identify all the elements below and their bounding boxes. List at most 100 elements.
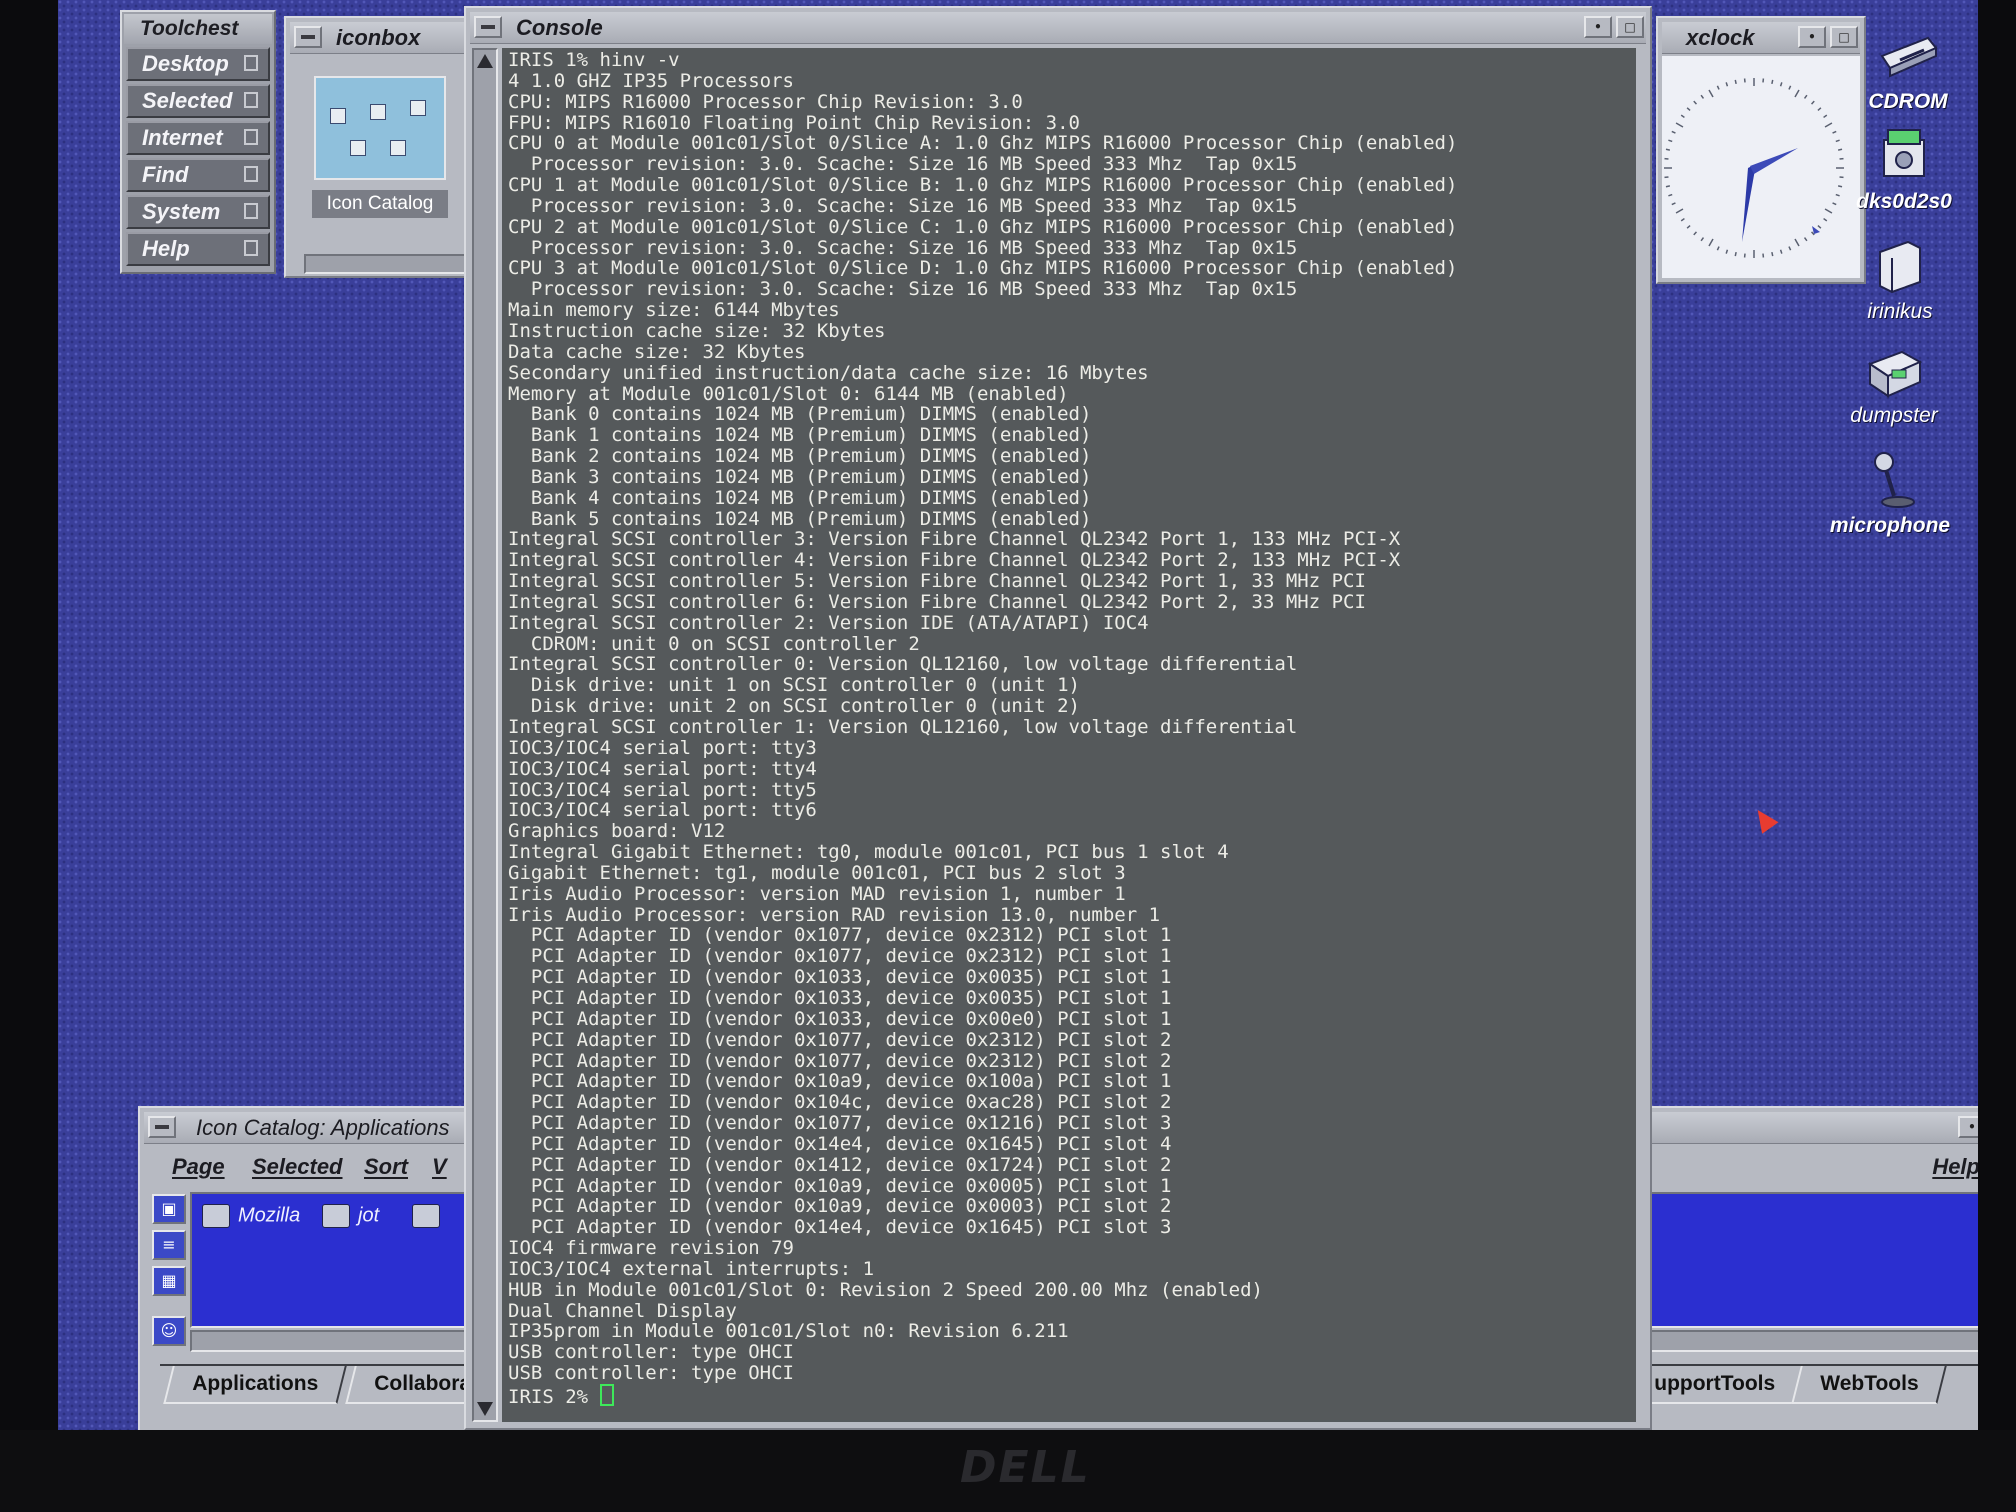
- iconbox-item-label[interactable]: Icon Catalog: [312, 190, 448, 218]
- console-line: IOC3/IOC4 serial port: tty5: [508, 778, 817, 801]
- console-line: 4 1.0 GHZ IP35 Processors: [508, 69, 794, 92]
- console-titlebar[interactable]: Console • □: [470, 12, 1646, 44]
- iconbox-scrollbar[interactable]: [304, 254, 478, 274]
- desktop-icon-label: dks0d2s0: [1856, 190, 1952, 213]
- cascade-icon: [244, 166, 258, 182]
- console-line: Integral SCSI controller 5: Version Fibr…: [508, 570, 1366, 593]
- monitor-brand-logo: DELL: [960, 1442, 1091, 1493]
- column-view-icon[interactable]: ▦: [152, 1266, 186, 1296]
- toolchest-item-desktop[interactable]: Desktop: [126, 47, 270, 81]
- console-line: Processor revision: 3.0. Scache: Size 16…: [508, 278, 1298, 301]
- console-scrollbar[interactable]: [472, 48, 498, 1422]
- console-line: Bank 0 contains 1024 MB (Premium) DIMMS …: [508, 403, 1092, 426]
- cascade-icon: [244, 55, 258, 71]
- catalog-toolstrip: ▣ ≡ ▦ ☺: [146, 1190, 192, 1360]
- scroll-down-icon[interactable]: [477, 1402, 493, 1416]
- disk-icon: [1872, 126, 1936, 186]
- window-menu-button[interactable]: [294, 26, 322, 48]
- toolchest-item-system[interactable]: System: [126, 195, 270, 229]
- iconbox-titlebar[interactable]: iconbox: [290, 22, 478, 54]
- console-line: PCI Adapter ID (vendor 0x1033, device 0x…: [508, 1007, 1172, 1030]
- console-line: PCI Adapter ID (vendor 0x1412, device 0x…: [508, 1153, 1172, 1176]
- console-line: IP35prom in Module 001c01/Slot n0: Revis…: [508, 1320, 1069, 1343]
- toolchest: Toolchest Desktop Selected Internet Find…: [120, 10, 276, 274]
- desktop-icon-label: irinikus: [1867, 300, 1933, 323]
- face-icon[interactable]: ☺: [152, 1316, 186, 1346]
- cascade-icon: [244, 129, 258, 145]
- console-line: IOC3/IOC4 serial port: tty6: [508, 799, 817, 822]
- scroll-up-icon[interactable]: [477, 54, 493, 68]
- mouse-pointer-icon: [1749, 804, 1779, 834]
- tab-applications[interactable]: Applications: [163, 1366, 347, 1404]
- menu-page[interactable]: Page: [172, 1154, 225, 1180]
- tab-webtools[interactable]: WebTools: [1791, 1366, 1948, 1404]
- menu-view[interactable]: V: [432, 1154, 447, 1180]
- list-view-icon[interactable]: ≡: [152, 1230, 186, 1260]
- console-line: Graphics board: V12: [508, 820, 726, 843]
- desktop-icon-dumpster[interactable]: dumpster: [1824, 340, 1964, 428]
- console-line: CDROM: unit 0 on SCSI controller 2: [508, 632, 920, 655]
- desktop-icon-home[interactable]: irinikus: [1830, 236, 1970, 324]
- console-line: IRIS 1% hinv -v: [508, 49, 680, 71]
- toolchest-item-internet[interactable]: Internet: [126, 121, 270, 155]
- mozilla-icon: [202, 1204, 230, 1228]
- text-cursor: [599, 1384, 614, 1406]
- microphone-icon: [1858, 450, 1922, 510]
- toolchest-item-label: System: [142, 199, 221, 224]
- console-line: FPU: MIPS R16010 Floating Point Chip Rev…: [508, 111, 1080, 134]
- tab-support-tools[interactable]: upportTools: [1625, 1366, 1804, 1404]
- desktop-icon-label: CDROM: [1868, 90, 1948, 113]
- app-item-jot[interactable]: jot: [322, 1204, 379, 1228]
- desktop-icon-microphone[interactable]: microphone: [1820, 450, 1960, 538]
- toolchest-title: Toolchest: [124, 14, 272, 44]
- minimize-button[interactable]: •: [1584, 16, 1612, 38]
- console-line: Integral SCSI controller 2: Version IDE …: [508, 611, 1149, 634]
- console-terminal[interactable]: IRIS 1% hinv -v 4 1.0 GHZ IP35 Processors…: [502, 48, 1636, 1422]
- menu-sort[interactable]: Sort: [364, 1154, 408, 1180]
- console-line: Integral Gigabit Ethernet: tg0, module 0…: [508, 841, 1229, 864]
- desktop-icon-disk[interactable]: dks0d2s0: [1834, 126, 1974, 214]
- console-line: Processor revision: 3.0. Scache: Size 16…: [508, 194, 1298, 217]
- desktop-icon-cdrom[interactable]: CDROM: [1838, 26, 1978, 114]
- console-line: Data cache size: 32 Kbytes: [508, 340, 806, 363]
- desktop: Toolchest Desktop Selected Internet Find…: [58, 0, 1978, 1430]
- console-line: USB controller: type OHCI: [508, 1362, 794, 1385]
- app-item-mozilla[interactable]: Mozilla: [202, 1204, 300, 1228]
- console-line: CPU 3 at Module 001c01/Slot 0/Slice D: 1…: [508, 257, 1458, 280]
- console-line: PCI Adapter ID (vendor 0x10a9, device 0x…: [508, 1174, 1172, 1197]
- console-line: USB controller: type OHCI: [508, 1341, 794, 1364]
- app-label: Mozilla: [238, 1204, 301, 1227]
- window-title: Console: [516, 15, 603, 40]
- console-line: PCI Adapter ID (vendor 0x1077, device 0x…: [508, 1028, 1172, 1051]
- console-line: Processor revision: 3.0. Scache: Size 16…: [508, 236, 1298, 259]
- monitor-bezel: DELL: [0, 1430, 2016, 1512]
- window-menu-button[interactable]: [474, 16, 502, 38]
- app-item[interactable]: [412, 1204, 448, 1228]
- menu-help[interactable]: Help: [1932, 1154, 1978, 1180]
- console-line: PCI Adapter ID (vendor 0x1033, device 0x…: [508, 986, 1172, 1009]
- console-line: Bank 2 contains 1024 MB (Premium) DIMMS …: [508, 445, 1092, 468]
- minimize-button[interactable]: •: [1958, 1116, 1978, 1138]
- minimize-button[interactable]: •: [1798, 26, 1826, 48]
- window-menu-button[interactable]: [148, 1116, 176, 1138]
- toolchest-item-find[interactable]: Find: [126, 158, 270, 192]
- icon-catalog-thumbnail-icon[interactable]: [314, 76, 446, 180]
- icon-view-icon[interactable]: ▣: [152, 1194, 186, 1224]
- console-line: PCI Adapter ID (vendor 0x10a9, device 0x…: [508, 1070, 1172, 1093]
- xclock-titlebar[interactable]: xclock • □: [1662, 22, 1860, 54]
- console-line: IOC3/IOC4 external interrupts: 1: [508, 1257, 875, 1280]
- cdrom-icon: [1876, 26, 1940, 86]
- console-line: Integral SCSI controller 3: Version Fibr…: [508, 528, 1401, 551]
- toolchest-item-selected[interactable]: Selected: [126, 84, 270, 118]
- toolchest-item-label: Desktop: [142, 51, 229, 76]
- app-label: jot: [358, 1204, 380, 1227]
- iconbox-window: iconbox Icon Catalog: [284, 16, 484, 278]
- toolchest-item-help[interactable]: Help: [126, 232, 270, 266]
- cascade-icon: [244, 92, 258, 108]
- maximize-button[interactable]: □: [1616, 16, 1644, 38]
- console-line: Integral SCSI controller 0: Version QL12…: [508, 653, 1298, 676]
- console-prompt[interactable]: IRIS 2%: [502, 1384, 1636, 1408]
- console-line: Bank 5 contains 1024 MB (Premium) DIMMS …: [508, 507, 1092, 530]
- console-line: Memory at Module 001c01/Slot 0: 6144 MB …: [508, 382, 1069, 405]
- menu-selected[interactable]: Selected: [252, 1154, 343, 1180]
